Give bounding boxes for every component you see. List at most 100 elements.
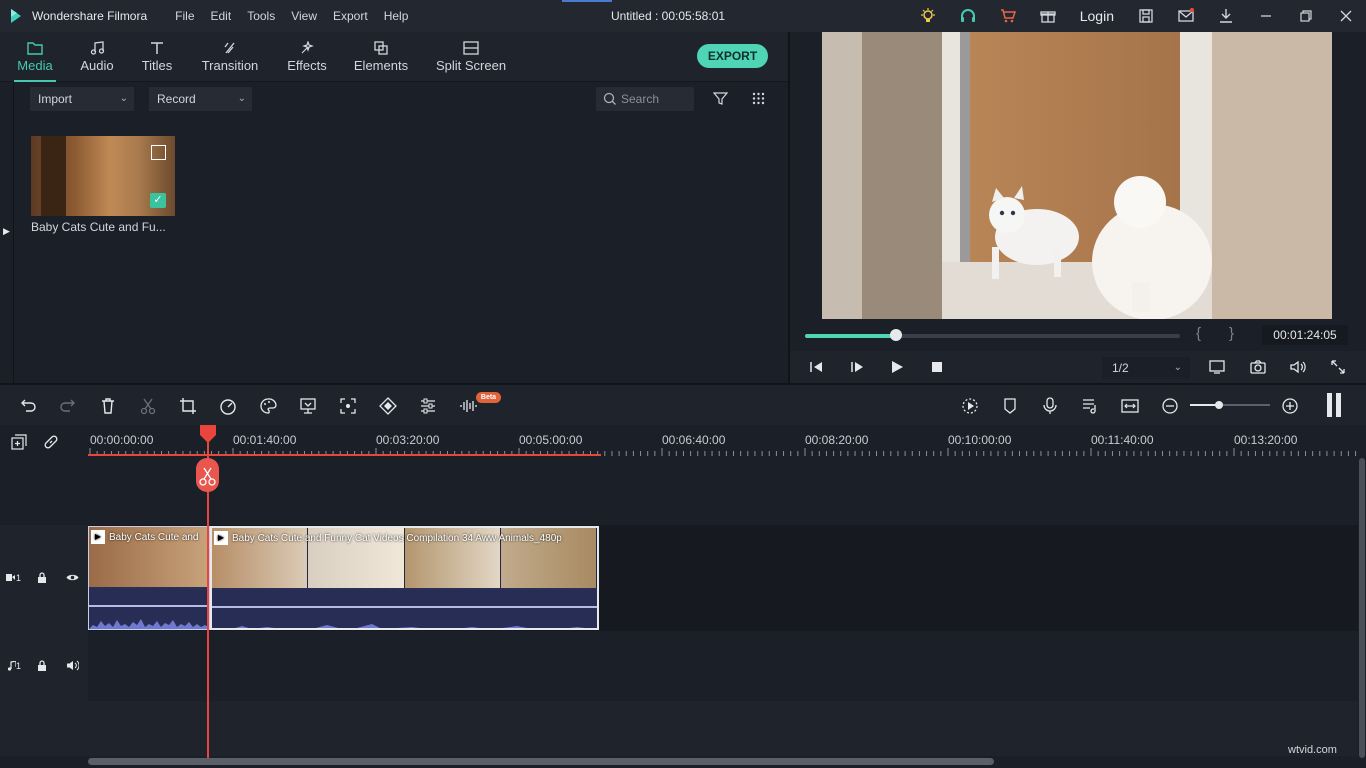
skip-back-icon[interactable]: [809, 359, 825, 375]
lock-icon[interactable]: [37, 660, 47, 671]
music-note-icon: [7, 661, 16, 671]
tab-transition[interactable]: Transition: [199, 32, 261, 82]
video-frame-image: [822, 32, 1332, 319]
gift-icon[interactable]: [1028, 0, 1068, 32]
ruler-label: 00:11:40:00: [1091, 433, 1154, 447]
video-clip[interactable]: ▶ Baby Cats Cute and Funny Cat Videos Co…: [210, 526, 599, 630]
record-dropdown[interactable]: Record ⌄: [149, 87, 252, 111]
cart-icon[interactable]: [988, 0, 1028, 32]
speed-icon[interactable]: [219, 397, 237, 415]
grid-view-icon[interactable]: [752, 92, 765, 105]
scissors-icon[interactable]: [139, 397, 157, 415]
search-input[interactable]: Search: [596, 87, 694, 111]
ruler-label: 00:01:40:00: [233, 433, 296, 447]
save-icon[interactable]: [1126, 0, 1166, 32]
mark-in-icon[interactable]: {: [1196, 325, 1201, 342]
tab-split-screen[interactable]: Split Screen: [435, 32, 507, 82]
ruler-label: 00:00:00:00: [90, 433, 153, 447]
media-thumbnail[interactable]: ✓: [31, 136, 175, 216]
download-icon[interactable]: [1206, 0, 1246, 32]
eye-icon[interactable]: [66, 573, 79, 582]
link-icon[interactable]: [43, 434, 59, 450]
menu-help[interactable]: Help: [376, 9, 417, 23]
fit-timeline-icon[interactable]: [1121, 397, 1139, 415]
tab-effects-label: Effects: [287, 58, 327, 73]
close-icon[interactable]: [1326, 0, 1366, 32]
redo-icon[interactable]: [59, 397, 77, 415]
library-side-panel: ▶: [0, 83, 14, 383]
volume-icon[interactable]: [67, 660, 79, 671]
minimize-icon[interactable]: [1246, 0, 1286, 32]
pause-icon[interactable]: [1326, 393, 1342, 417]
preview-ratio-value: 1/2: [1112, 361, 1129, 375]
thumbnail-image: [41, 136, 66, 216]
chevron-down-icon: ⌄: [120, 87, 128, 111]
audio-track-header: 1: [0, 631, 88, 701]
zoom-in-icon[interactable]: [1281, 397, 1299, 415]
tab-audio[interactable]: Audio: [76, 32, 118, 82]
menu-tools[interactable]: Tools: [239, 9, 283, 23]
mail-icon[interactable]: [1166, 0, 1206, 32]
audio-track: [88, 631, 1358, 701]
undo-icon[interactable]: [19, 397, 37, 415]
split-button[interactable]: [196, 458, 219, 492]
play-frame-icon[interactable]: [849, 359, 865, 375]
volume-icon[interactable]: [1290, 359, 1306, 375]
render-preview-icon[interactable]: [961, 397, 979, 415]
adjust-icon[interactable]: [419, 397, 437, 415]
playback-handle[interactable]: [890, 329, 902, 341]
volume-line: [212, 606, 597, 608]
display-settings-icon[interactable]: [1209, 359, 1225, 375]
lightbulb-icon[interactable]: [908, 0, 948, 32]
project-title: Untitled : 00:05:58:01: [560, 9, 776, 23]
stop-icon[interactable]: [929, 359, 945, 375]
preview-ratio-select[interactable]: 1/2 ⌄: [1102, 357, 1190, 379]
tab-transition-label: Transition: [202, 58, 259, 73]
voiceover-icon[interactable]: [1081, 397, 1099, 415]
play-icon[interactable]: [889, 359, 905, 375]
zoom-slider-handle[interactable]: [1215, 401, 1223, 409]
expand-arrow-icon[interactable]: ▶: [3, 226, 10, 237]
import-label: Import: [38, 92, 72, 106]
marker-icon[interactable]: [1001, 397, 1019, 415]
video-clip[interactable]: ▶ Baby Cats Cute and: [88, 526, 210, 630]
mark-out-icon[interactable]: }: [1229, 325, 1234, 342]
timeline-header: [0, 425, 88, 457]
tab-titles[interactable]: Titles: [137, 32, 177, 82]
restore-icon[interactable]: [1286, 0, 1326, 32]
media-item-label: Baby Cats Cute and Fu...: [31, 220, 166, 234]
headset-icon[interactable]: [948, 0, 988, 32]
clip-title-text: Baby Cats Cute and: [109, 532, 199, 543]
import-dropdown[interactable]: Import ⌄: [30, 87, 134, 111]
playhead-handle[interactable]: [199, 425, 217, 443]
media-toolbar: Media Audio Titles Transition Effects El…: [0, 32, 788, 82]
microphone-icon[interactable]: [1041, 397, 1059, 415]
snapshot-icon[interactable]: [1250, 359, 1266, 375]
login-link[interactable]: Login: [1068, 8, 1126, 24]
color-palette-icon[interactable]: [259, 397, 277, 415]
menu-file[interactable]: File: [167, 9, 202, 23]
menu-edit[interactable]: Edit: [203, 9, 240, 23]
export-button[interactable]: EXPORT: [697, 44, 768, 68]
filter-icon[interactable]: [713, 91, 728, 106]
tab-elements[interactable]: Elements: [352, 32, 410, 82]
tab-effects[interactable]: Effects: [283, 32, 331, 82]
menu-view[interactable]: View: [283, 9, 325, 23]
crop-icon[interactable]: [179, 397, 197, 415]
vertical-divider[interactable]: [788, 32, 790, 383]
keyframe-icon[interactable]: [379, 397, 397, 415]
zoom-out-icon[interactable]: [1161, 397, 1179, 415]
audio-waveform-icon[interactable]: [459, 397, 477, 415]
horizontal-scrollbar[interactable]: [88, 758, 994, 765]
empty-track-area: [0, 701, 1358, 756]
add-track-icon[interactable]: [11, 434, 27, 450]
menu-export[interactable]: Export: [325, 9, 376, 23]
fullscreen-icon[interactable]: [1330, 359, 1346, 375]
render-range-bar: [88, 454, 601, 456]
delete-icon[interactable]: [99, 397, 117, 415]
lock-icon[interactable]: [37, 572, 47, 583]
vertical-scrollbar[interactable]: [1359, 458, 1365, 758]
stabilize-icon[interactable]: [339, 397, 357, 415]
tab-media[interactable]: Media: [14, 32, 56, 82]
green-screen-icon[interactable]: [299, 397, 317, 415]
